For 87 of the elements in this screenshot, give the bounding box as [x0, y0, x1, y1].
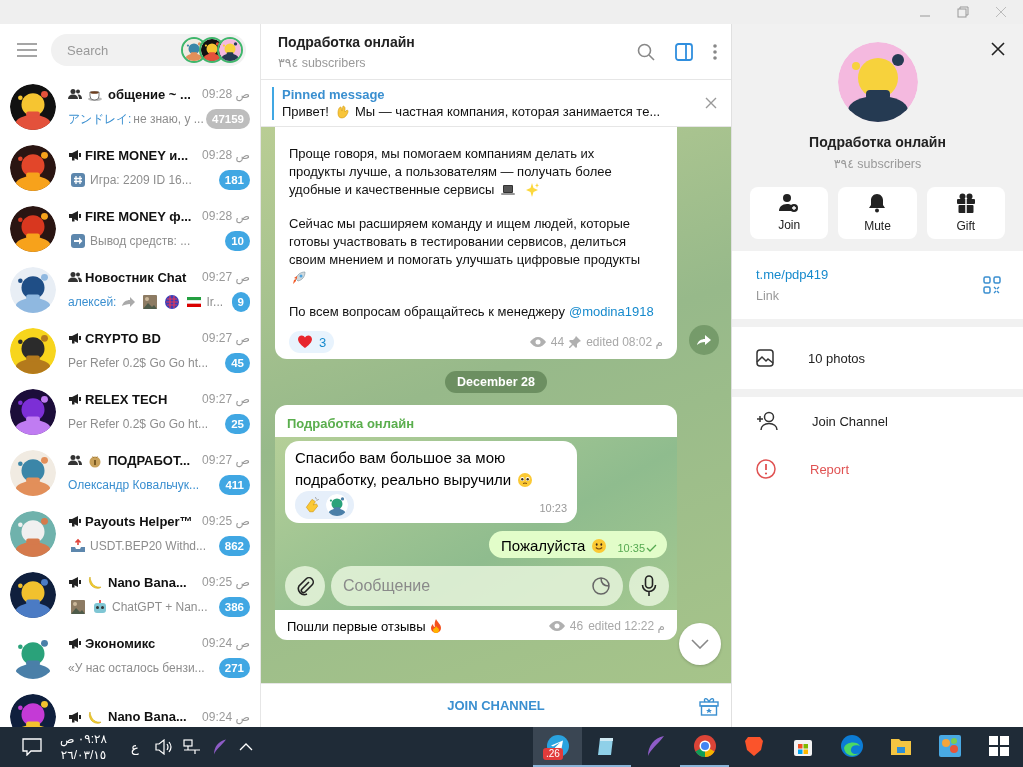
- chat-name: CRYPTO BD: [85, 330, 161, 346]
- message-text: удобные и качественные сервисы: [289, 181, 495, 199]
- taskbar-app[interactable]: .26: [533, 727, 582, 767]
- edited-time: edited 08:02 م: [586, 335, 663, 349]
- gift-button[interactable]: Gift: [926, 187, 1005, 239]
- chat-time: 09:28 ص: [202, 87, 250, 101]
- chat-time: 09:27 ص: [202, 392, 250, 406]
- author-name: Подработка онлайн: [286, 415, 416, 433]
- unread-count: 47159: [206, 109, 250, 129]
- sender-name: алексей:: [68, 295, 117, 309]
- mention-link[interactable]: @modina1918: [568, 303, 654, 321]
- channel-name: Подработка онлайн: [809, 134, 946, 150]
- chat-name: Экономикс: [85, 635, 156, 651]
- language-indicator[interactable]: ع: [124, 739, 145, 755]
- chat-time: 09:24 ص: [202, 709, 250, 724]
- chat-name: общение ~ ...: [108, 86, 191, 102]
- chat-name: RELEX TECH: [85, 391, 168, 407]
- message-preview: ChatGPT + Nan...: [112, 600, 208, 614]
- chat-name: FIRE MONEY ф...: [85, 208, 192, 224]
- message-text: Пожалуйста: [500, 537, 586, 554]
- join-button[interactable]: Join: [750, 187, 829, 239]
- subscriber-count: ٣٩٤ subscribers: [278, 54, 367, 70]
- message-preview: Игра: 2209 ID 16...: [90, 173, 192, 187]
- photos-item[interactable]: 10 photos: [732, 327, 1023, 389]
- message-preview: USDT.BEP20 Withd...: [90, 539, 207, 553]
- unread-count: 9: [231, 292, 250, 312]
- unread-count: 181: [218, 170, 250, 190]
- join-item[interactable]: Join Channel: [732, 397, 1023, 445]
- chat-time: 09:27 ص: [202, 331, 250, 345]
- chat-name: Новостник Chat: [85, 269, 187, 285]
- join-channel-button[interactable]: JOIN CHANNEL: [435, 692, 557, 719]
- pinned-label: Pinned message: [282, 86, 386, 102]
- message-preview: не знаю, у ...: [133, 112, 204, 126]
- channel-title: Подработка онлайн: [278, 33, 416, 50]
- chat-time: 09:24 ص: [202, 636, 250, 650]
- message-text: своим мнением и помогать улучшать цифровые продукты: [289, 251, 641, 269]
- message-preview: «У нас осталось бензи...: [68, 661, 205, 675]
- notification-badge: .26: [543, 748, 563, 760]
- message-text: По всем вопросам обращайтесь к менеджеру: [289, 303, 565, 321]
- sender-name: アンドレイ:: [68, 110, 132, 128]
- message-text: Спасибо вам большое за мою: [295, 448, 506, 468]
- chat-time: 09:28 ص: [202, 148, 250, 162]
- view-count: 44: [550, 335, 565, 349]
- unread-count: 411: [219, 475, 250, 495]
- chat-time: 09:25 ص: [202, 514, 250, 528]
- chat-name: Nano Bana...: [108, 709, 187, 724]
- message-text: подработку, реально выручили: [295, 470, 512, 490]
- chat-name: Payouts Helper™: [85, 513, 193, 529]
- message-text: Сейчас мы расширяем команду и ищем людей, которые: [289, 215, 630, 233]
- message-text: готовы участвовать в тестировании сервисов, делиться: [289, 233, 626, 251]
- message-time: 10:23: [539, 501, 567, 516]
- clock-time: ٠٩:٢٨ ص: [60, 731, 107, 747]
- chat-name: FIRE MONEY и...: [85, 147, 189, 163]
- sender-name: Олександр Ковальчук...: [68, 478, 200, 492]
- unread-count: 271: [218, 658, 250, 678]
- message-time: 10:35: [617, 542, 645, 554]
- message-text: Мы — частная компания, которая занимается те...: [354, 104, 661, 119]
- message-text: Привет!: [282, 104, 329, 119]
- view-count: 46: [569, 619, 584, 633]
- message-preview: Ir...: [206, 295, 224, 309]
- message-preview: Вывод средств: ...: [90, 234, 191, 248]
- message-text: продукты лучше, а пользователям — получать более: [289, 163, 612, 181]
- chat-time: 09:28 ص: [202, 209, 250, 223]
- unread-count: 10: [225, 231, 250, 251]
- chat-time: 09:27 ص: [202, 270, 250, 284]
- chat-name: Nano Bana...: [108, 574, 187, 590]
- report-item[interactable]: Report: [732, 445, 1023, 493]
- message-field[interactable]: Сообщение: [331, 566, 623, 606]
- chat-time: 09:25 ص: [202, 575, 250, 589]
- clock-date: ٢٦/٠٣/١٥: [60, 747, 107, 763]
- mute-button[interactable]: Mute: [838, 187, 917, 239]
- unread-count: 25: [225, 414, 250, 434]
- message-preview: Per Refer 0.2$ Go Go ht...: [68, 356, 209, 370]
- link-label: Link: [756, 289, 780, 303]
- unread-count: 386: [218, 597, 250, 617]
- chat-time: 09:27 ص: [202, 453, 250, 467]
- message-text: Пошли первые отзывы: [287, 618, 426, 634]
- unread-count: 862: [218, 536, 250, 556]
- subscriber-count: ٣٩٤ subscribers: [833, 156, 922, 171]
- chat-name: ПОДРАБОТ...: [108, 452, 191, 468]
- edited-time: edited 12:22 م: [588, 619, 665, 633]
- unread-count: 45: [225, 353, 250, 373]
- channel-link[interactable]: t.me/pdp419: [756, 267, 829, 282]
- message-preview: Per Refer 0.2$ Go Go ht...: [68, 417, 209, 431]
- message-text: Проще говоря, мы помогаем компаниям делать их: [289, 145, 595, 163]
- date-label: December 28: [445, 371, 547, 393]
- reaction-count: 3: [319, 334, 327, 350]
